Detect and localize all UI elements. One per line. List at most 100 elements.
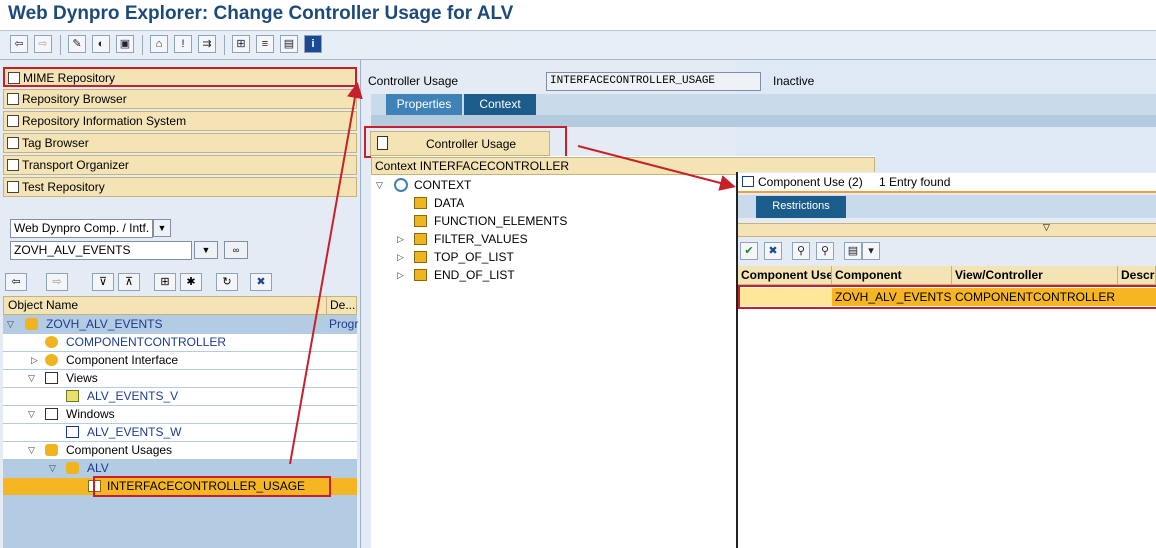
find-icon[interactable]: ⚲ (792, 242, 810, 260)
tree-row-component-interface[interactable]: ▷ Component Interface (3, 352, 357, 369)
chevron-right-icon[interactable]: ▷ (397, 249, 404, 266)
views-icon (45, 372, 58, 384)
nav-mime-repository[interactable]: MIME Repository (3, 67, 357, 87)
context-node-function-elements[interactable]: FUNCTION_ELEMENTS (376, 213, 676, 230)
tab-context[interactable]: Context (464, 94, 536, 115)
node-icon (414, 269, 427, 281)
annotation-box-row (738, 285, 1156, 309)
tree-row-component-usages[interactable]: ▽ Component Usages (3, 442, 357, 459)
chevron-right-icon[interactable]: ▷ (31, 352, 38, 369)
chevron-down-icon[interactable]: ▽ (28, 406, 35, 423)
info-icon[interactable]: i (304, 35, 322, 53)
settings-icon[interactable]: ▾ (862, 242, 880, 260)
node-icon (414, 197, 427, 209)
column-component[interactable]: Component (832, 266, 952, 285)
tree-row-alv[interactable]: ▽ ALV (3, 460, 357, 477)
column-component-use[interactable]: Component Use (738, 266, 832, 285)
other-object-icon[interactable]: ▣ (116, 35, 134, 53)
chevron-down-icon[interactable]: ▽ (7, 316, 14, 333)
tab-properties[interactable]: Properties (386, 94, 462, 115)
popup-toolbar: ✔ ✖ ⚲ ⚲ ▤ ▾ (738, 240, 1156, 264)
tree-back-icon[interactable]: ⇦ (5, 273, 27, 291)
chevron-down-icon[interactable]: ▽ (49, 460, 56, 477)
context-node-filter-values[interactable]: ▷ FILTER_VALUES (376, 231, 676, 248)
chevron-down-icon[interactable]: ▽ (28, 442, 35, 459)
dropdown-icon[interactable]: ▼ (194, 241, 218, 259)
print-icon[interactable]: ≡ (256, 35, 274, 53)
check-icon[interactable]: ! (174, 35, 192, 53)
expand-icon[interactable]: ▽ (1043, 222, 1050, 233)
tag-browser-icon (7, 137, 19, 149)
find-next-icon[interactable]: ⚲ (816, 242, 834, 260)
tree-row-alv-events-v[interactable]: ALV_EVENTS_V (3, 388, 357, 405)
back-icon[interactable]: ⇦ (10, 35, 28, 53)
annotation-box-button (364, 126, 567, 158)
windows-icon (45, 408, 58, 420)
check-icon[interactable]: ✔ (740, 242, 758, 260)
display-object-list-icon[interactable]: ▤ (280, 35, 298, 53)
active-inactive-icon[interactable]: ◐ (92, 35, 110, 53)
collapse-all-icon[interactable]: ⊼ (118, 273, 140, 291)
title-bar: Web Dynpro Explorer: Change Controller U… (0, 0, 1156, 31)
tree-row-windows[interactable]: ▽ Windows (3, 406, 357, 423)
chevron-down-icon[interactable]: ▼ (153, 219, 171, 237)
refresh-icon[interactable]: ↻ (216, 273, 238, 291)
object-name-input[interactable]: ZOVH_ALV_EVENTS (10, 241, 192, 260)
controller-usage-label: Controller Usage (368, 74, 459, 88)
test-repository-icon (7, 181, 19, 193)
nav-repository-information-system[interactable]: Repository Information System (3, 111, 357, 131)
tab-restrictions[interactable]: Restrictions (756, 196, 846, 218)
expand-all-icon[interactable]: ⊽ (92, 273, 114, 291)
forward-icon[interactable]: ⇨ (34, 35, 52, 53)
column-description[interactable]: De... (330, 298, 355, 312)
application-toolbar: ⇦ ⇨ ✎ ◐ ▣ ⌂ ! ⇉ ⊞ ≡ ▤ i (0, 31, 1156, 60)
view-icon (66, 390, 79, 402)
nav-transport-organizer[interactable]: Transport Organizer (3, 155, 357, 175)
hierarchy-up-icon[interactable]: ⊞ (154, 273, 176, 291)
hierarchy-icon[interactable]: ⊞ (232, 35, 250, 53)
where-used-icon[interactable]: ⌂ (150, 35, 168, 53)
popup-entry-count: 1 Entry found (879, 175, 951, 189)
nav-tag-browser[interactable]: Tag Browser (3, 133, 357, 153)
context-node-data[interactable]: DATA (376, 195, 676, 212)
chevron-right-icon[interactable]: ▷ (397, 231, 404, 248)
node-icon (414, 233, 427, 245)
chevron-down-icon[interactable]: ▽ (376, 177, 383, 194)
display-change-icon[interactable]: ✎ (68, 35, 86, 53)
popup-table-body (738, 286, 1156, 548)
close-icon[interactable]: ✖ (250, 273, 272, 291)
favorites-icon[interactable]: ✱ (180, 273, 202, 291)
restrictions-collapse-bar[interactable]: ▽ (738, 222, 1156, 237)
context-node-root[interactable]: ▽ CONTEXT (376, 177, 676, 194)
node-icon (414, 251, 427, 263)
tree-header: Object Name De... (3, 296, 357, 315)
context-icon (394, 178, 408, 192)
tree-row-views[interactable]: ▽ Views (3, 370, 357, 387)
context-node-top-of-list[interactable]: ▷ TOP_OF_LIST (376, 249, 676, 266)
column-description[interactable]: Descri (1118, 266, 1156, 285)
column-view-controller[interactable]: View/Controller (952, 266, 1118, 285)
controller-icon (45, 336, 58, 348)
controller-usage-field[interactable]: INTERFACECONTROLLER_USAGE (546, 72, 761, 91)
tree-row-componentcontroller[interactable]: COMPONENTCONTROLLER (3, 334, 357, 351)
window-title: Web Dynpro Explorer: Change Controller U… (8, 3, 514, 24)
chevron-right-icon[interactable]: ▷ (397, 267, 404, 284)
nav-repository-browser[interactable]: Repository Browser (3, 89, 357, 109)
context-node-end-of-list[interactable]: ▷ END_OF_LIST (376, 267, 676, 284)
display-glasses-icon[interactable]: ∞ (224, 241, 248, 259)
popup-title: Component Use (2) (758, 175, 863, 189)
object-type-select[interactable]: Web Dynpro Comp. / Intf. (10, 219, 153, 238)
tree-forward-icon[interactable]: ⇨ (46, 273, 68, 291)
column-object-name[interactable]: Object Name (8, 298, 78, 312)
window-icon (66, 426, 79, 438)
chevron-down-icon[interactable]: ▽ (28, 370, 35, 387)
activate-icon[interactable]: ⇉ (198, 35, 216, 53)
popup-window-icon (742, 176, 754, 187)
cancel-icon[interactable]: ✖ (764, 242, 782, 260)
print-icon[interactable]: ▤ (844, 242, 862, 260)
nav-test-repository[interactable]: Test Repository (3, 177, 357, 197)
tree-row-alv-events-w[interactable]: ALV_EVENTS_W (3, 424, 357, 441)
status-text: Inactive (773, 74, 815, 88)
component-icon (25, 318, 38, 330)
tree-row-component[interactable]: ▽ ZOVH_ALV_EVENTS Progr (3, 316, 358, 333)
